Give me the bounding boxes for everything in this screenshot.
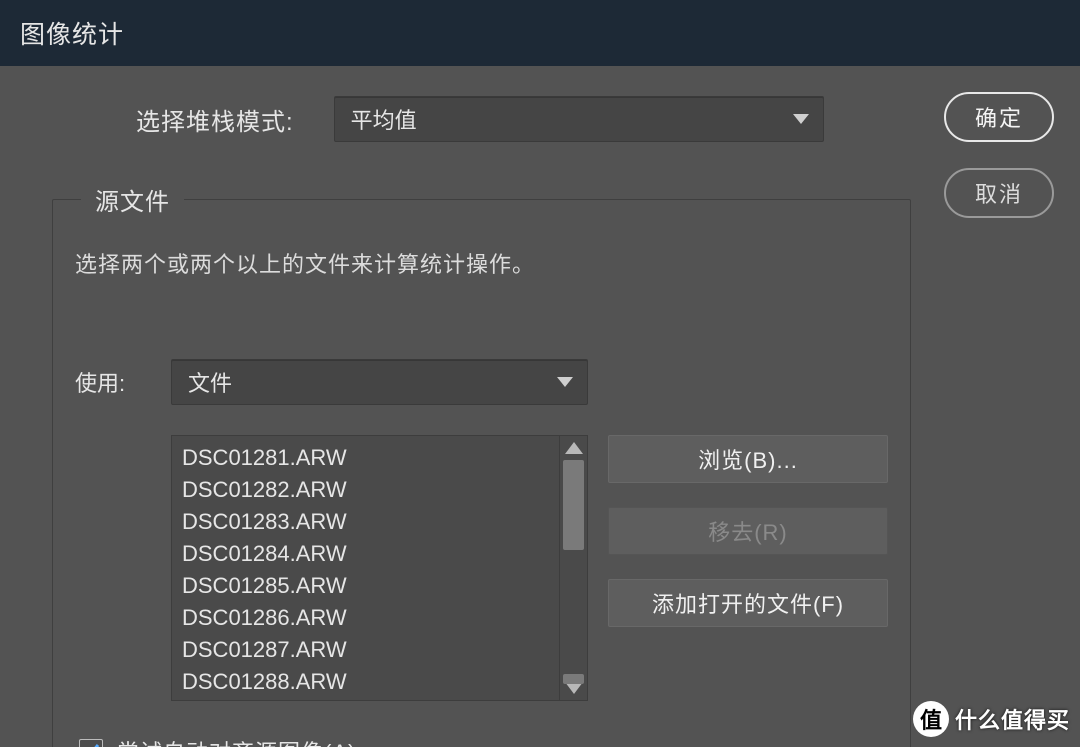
remove-button: 移去(R) — [608, 507, 888, 555]
watermark-icon: 值 — [913, 701, 949, 737]
chevron-down-icon — [557, 377, 573, 387]
chevron-down-icon — [793, 114, 809, 124]
ok-button-label: 确定 — [975, 101, 1023, 133]
add-open-files-button[interactable]: 添加打开的文件(F) — [608, 579, 888, 627]
triangle-up-icon — [565, 442, 583, 454]
scrollbar[interactable] — [559, 436, 587, 700]
watermark-text: 什么值得买 — [955, 703, 1070, 735]
dialog-content: 选择堆栈模式: 平均值 源文件 选择两个或两个以上的文件来计算统计操作。 使用:… — [0, 66, 1080, 747]
ok-button[interactable]: 确定 — [944, 92, 1054, 142]
auto-align-checkbox[interactable] — [79, 739, 103, 747]
watermark: 值 什么值得买 — [913, 701, 1070, 737]
stack-mode-label: 选择堆栈模式: — [136, 102, 294, 137]
dialog-title: 图像统计 — [20, 15, 124, 51]
source-description: 选择两个或两个以上的文件来计算统计操作。 — [75, 247, 888, 279]
list-item[interactable]: DSC01285.ARW — [182, 570, 559, 602]
stack-mode-value: 平均值 — [351, 103, 417, 135]
stack-mode-select[interactable]: 平均值 — [334, 96, 824, 142]
list-item[interactable]: DSC01282.ARW — [182, 474, 559, 506]
list-item[interactable]: DSC01281.ARW — [182, 442, 559, 474]
list-item[interactable]: DSC01283.ARW — [182, 506, 559, 538]
browse-button-label: 浏览(B)... — [698, 443, 798, 475]
auto-align-row: 尝试自动对齐源图像(A) — [79, 735, 888, 747]
list-item[interactable]: DSC01284.ARW — [182, 538, 559, 570]
use-value: 文件 — [188, 366, 232, 398]
check-icon — [82, 742, 100, 747]
dialog-buttons: 确定 取消 — [944, 92, 1054, 218]
title-bar: 图像统计 — [0, 0, 1080, 66]
scroll-track[interactable] — [560, 460, 587, 676]
source-legend: 源文件 — [81, 182, 184, 217]
use-row: 使用: 文件 — [75, 359, 888, 405]
list-item[interactable]: DSC01286.ARW — [182, 602, 559, 634]
stack-mode-row: 选择堆栈模式: 平均值 — [136, 96, 1054, 142]
use-label: 使用: — [75, 366, 171, 398]
auto-align-label[interactable]: 尝试自动对齐源图像(A) — [117, 735, 356, 747]
use-select[interactable]: 文件 — [171, 359, 588, 405]
remove-button-label: 移去(R) — [708, 515, 788, 547]
scroll-up-button[interactable] — [560, 436, 587, 460]
source-fieldset: 源文件 选择两个或两个以上的文件来计算统计操作。 使用: 文件 DSC01281… — [52, 182, 911, 747]
list-area: DSC01281.ARWDSC01282.ARWDSC01283.ARWDSC0… — [75, 435, 888, 701]
cancel-button[interactable]: 取消 — [944, 168, 1054, 218]
list-item[interactable]: DSC01288.ARW — [182, 666, 559, 698]
cancel-button-label: 取消 — [975, 177, 1023, 209]
file-buttons: 浏览(B)... 移去(R) 添加打开的文件(F) — [608, 435, 888, 627]
browse-button[interactable]: 浏览(B)... — [608, 435, 888, 483]
scroll-thumb[interactable] — [563, 460, 584, 550]
scroll-thumb[interactable] — [563, 674, 584, 684]
add-open-files-label: 添加打开的文件(F) — [652, 587, 844, 619]
file-listbox[interactable]: DSC01281.ARWDSC01282.ARWDSC01283.ARWDSC0… — [171, 435, 588, 701]
list-item[interactable]: DSC01287.ARW — [182, 634, 559, 666]
